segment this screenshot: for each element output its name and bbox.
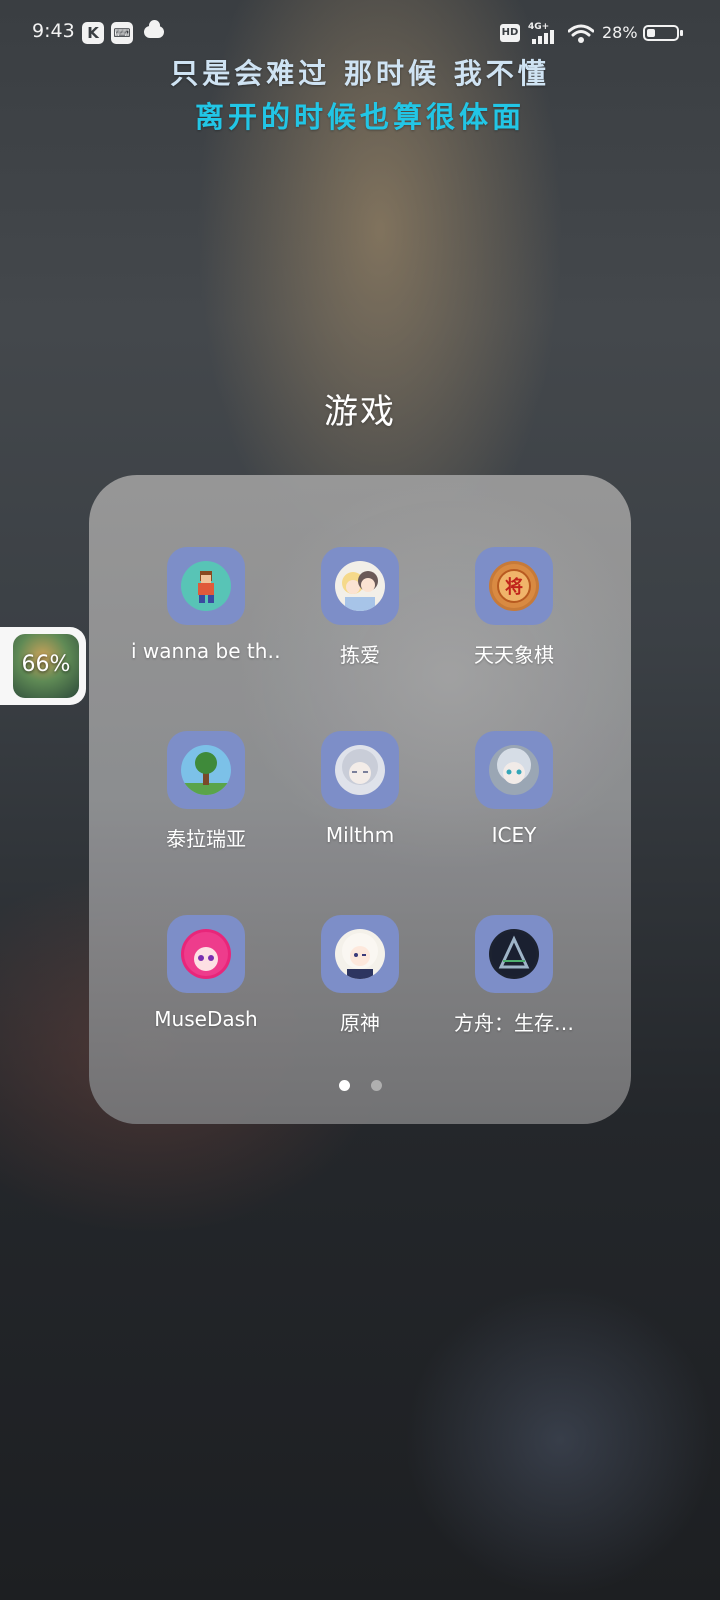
app-label: i wanna be th…: [131, 639, 281, 663]
app-label: 原神: [340, 1011, 380, 1035]
app-genshin[interactable]: 原神: [285, 915, 435, 1036]
app-label: 拣爱: [340, 643, 380, 667]
gamepad-notification-icon: ⌨: [111, 22, 133, 44]
app-label: ICEY: [491, 823, 537, 847]
anime-girl-silver-icon: [335, 745, 385, 795]
battery-level-fill: [647, 29, 655, 37]
battery-percentage: 28%: [602, 23, 638, 42]
floating-widget-thumbnail: 66%: [13, 634, 79, 698]
app-milthm[interactable]: Milthm: [285, 731, 435, 847]
app-tile: [167, 547, 245, 625]
app-i-wanna-be-the[interactable]: i wanna be th…: [131, 547, 281, 663]
musedash-girl-icon: [181, 929, 231, 979]
app-tile: [167, 915, 245, 993]
lyric-line-1: 只是会难过 那时候 我不懂: [170, 57, 550, 90]
app-label: 泰拉瑞亚: [166, 827, 246, 851]
battery-icon: [643, 25, 683, 41]
paimon-icon: [335, 929, 385, 979]
ark-survival-icon: [489, 929, 539, 979]
app-folder-panel: i wanna be th… 拣爱 将 天天象棋 泰拉瑞亚 Milthm ICE…: [89, 475, 631, 1124]
app-ark-survival[interactable]: 方舟：生存…: [439, 915, 589, 1036]
app-label: MuseDash: [154, 1007, 258, 1031]
app-tile: [475, 731, 553, 809]
app-musedash[interactable]: MuseDash: [131, 915, 281, 1031]
cellular-signal-icon: 4G+: [528, 22, 558, 44]
page-dot-2[interactable]: [371, 1080, 382, 1091]
app-icey[interactable]: ICEY: [439, 731, 589, 847]
app-tile: 将: [475, 547, 553, 625]
pixel-hero-icon: [181, 561, 231, 611]
floating-widget-percent: 66%: [21, 652, 71, 677]
clock: 9:43: [32, 20, 75, 42]
app-jian-ai[interactable]: 拣爱: [285, 547, 435, 668]
app-tile: [321, 731, 399, 809]
app-label: Milthm: [325, 823, 395, 847]
icey-girl-icon: [489, 745, 539, 795]
app-label: 天天象棋: [474, 643, 554, 667]
app-tiantian-xiangqi[interactable]: 将 天天象棋: [439, 547, 589, 668]
network-type-label: 4G+: [528, 22, 550, 32]
terraria-tree-icon: [181, 745, 231, 795]
page-dot-1[interactable]: [339, 1080, 350, 1091]
app-tile: [475, 915, 553, 993]
folder-title[interactable]: 游戏: [0, 384, 720, 433]
app-terraria[interactable]: 泰拉瑞亚: [131, 731, 281, 852]
anime-couple-icon: [335, 561, 385, 611]
lyric-line-2: 离开的时候也算很体面: [194, 100, 525, 134]
app-tile: [167, 731, 245, 809]
chinese-chess-icon: 将: [489, 561, 539, 611]
floating-game-widget[interactable]: 66%: [0, 627, 86, 705]
svg-text:将: 将: [505, 576, 523, 598]
app-label: 方舟：生存…: [454, 1011, 574, 1035]
hd-icon: HD: [500, 24, 520, 42]
app-tile: [321, 547, 399, 625]
page-indicator: [89, 1080, 631, 1092]
cloud-icon: [144, 20, 164, 38]
app-tile: [321, 915, 399, 993]
wifi-icon: [568, 24, 594, 43]
k-app-notification-icon: K: [82, 22, 104, 44]
